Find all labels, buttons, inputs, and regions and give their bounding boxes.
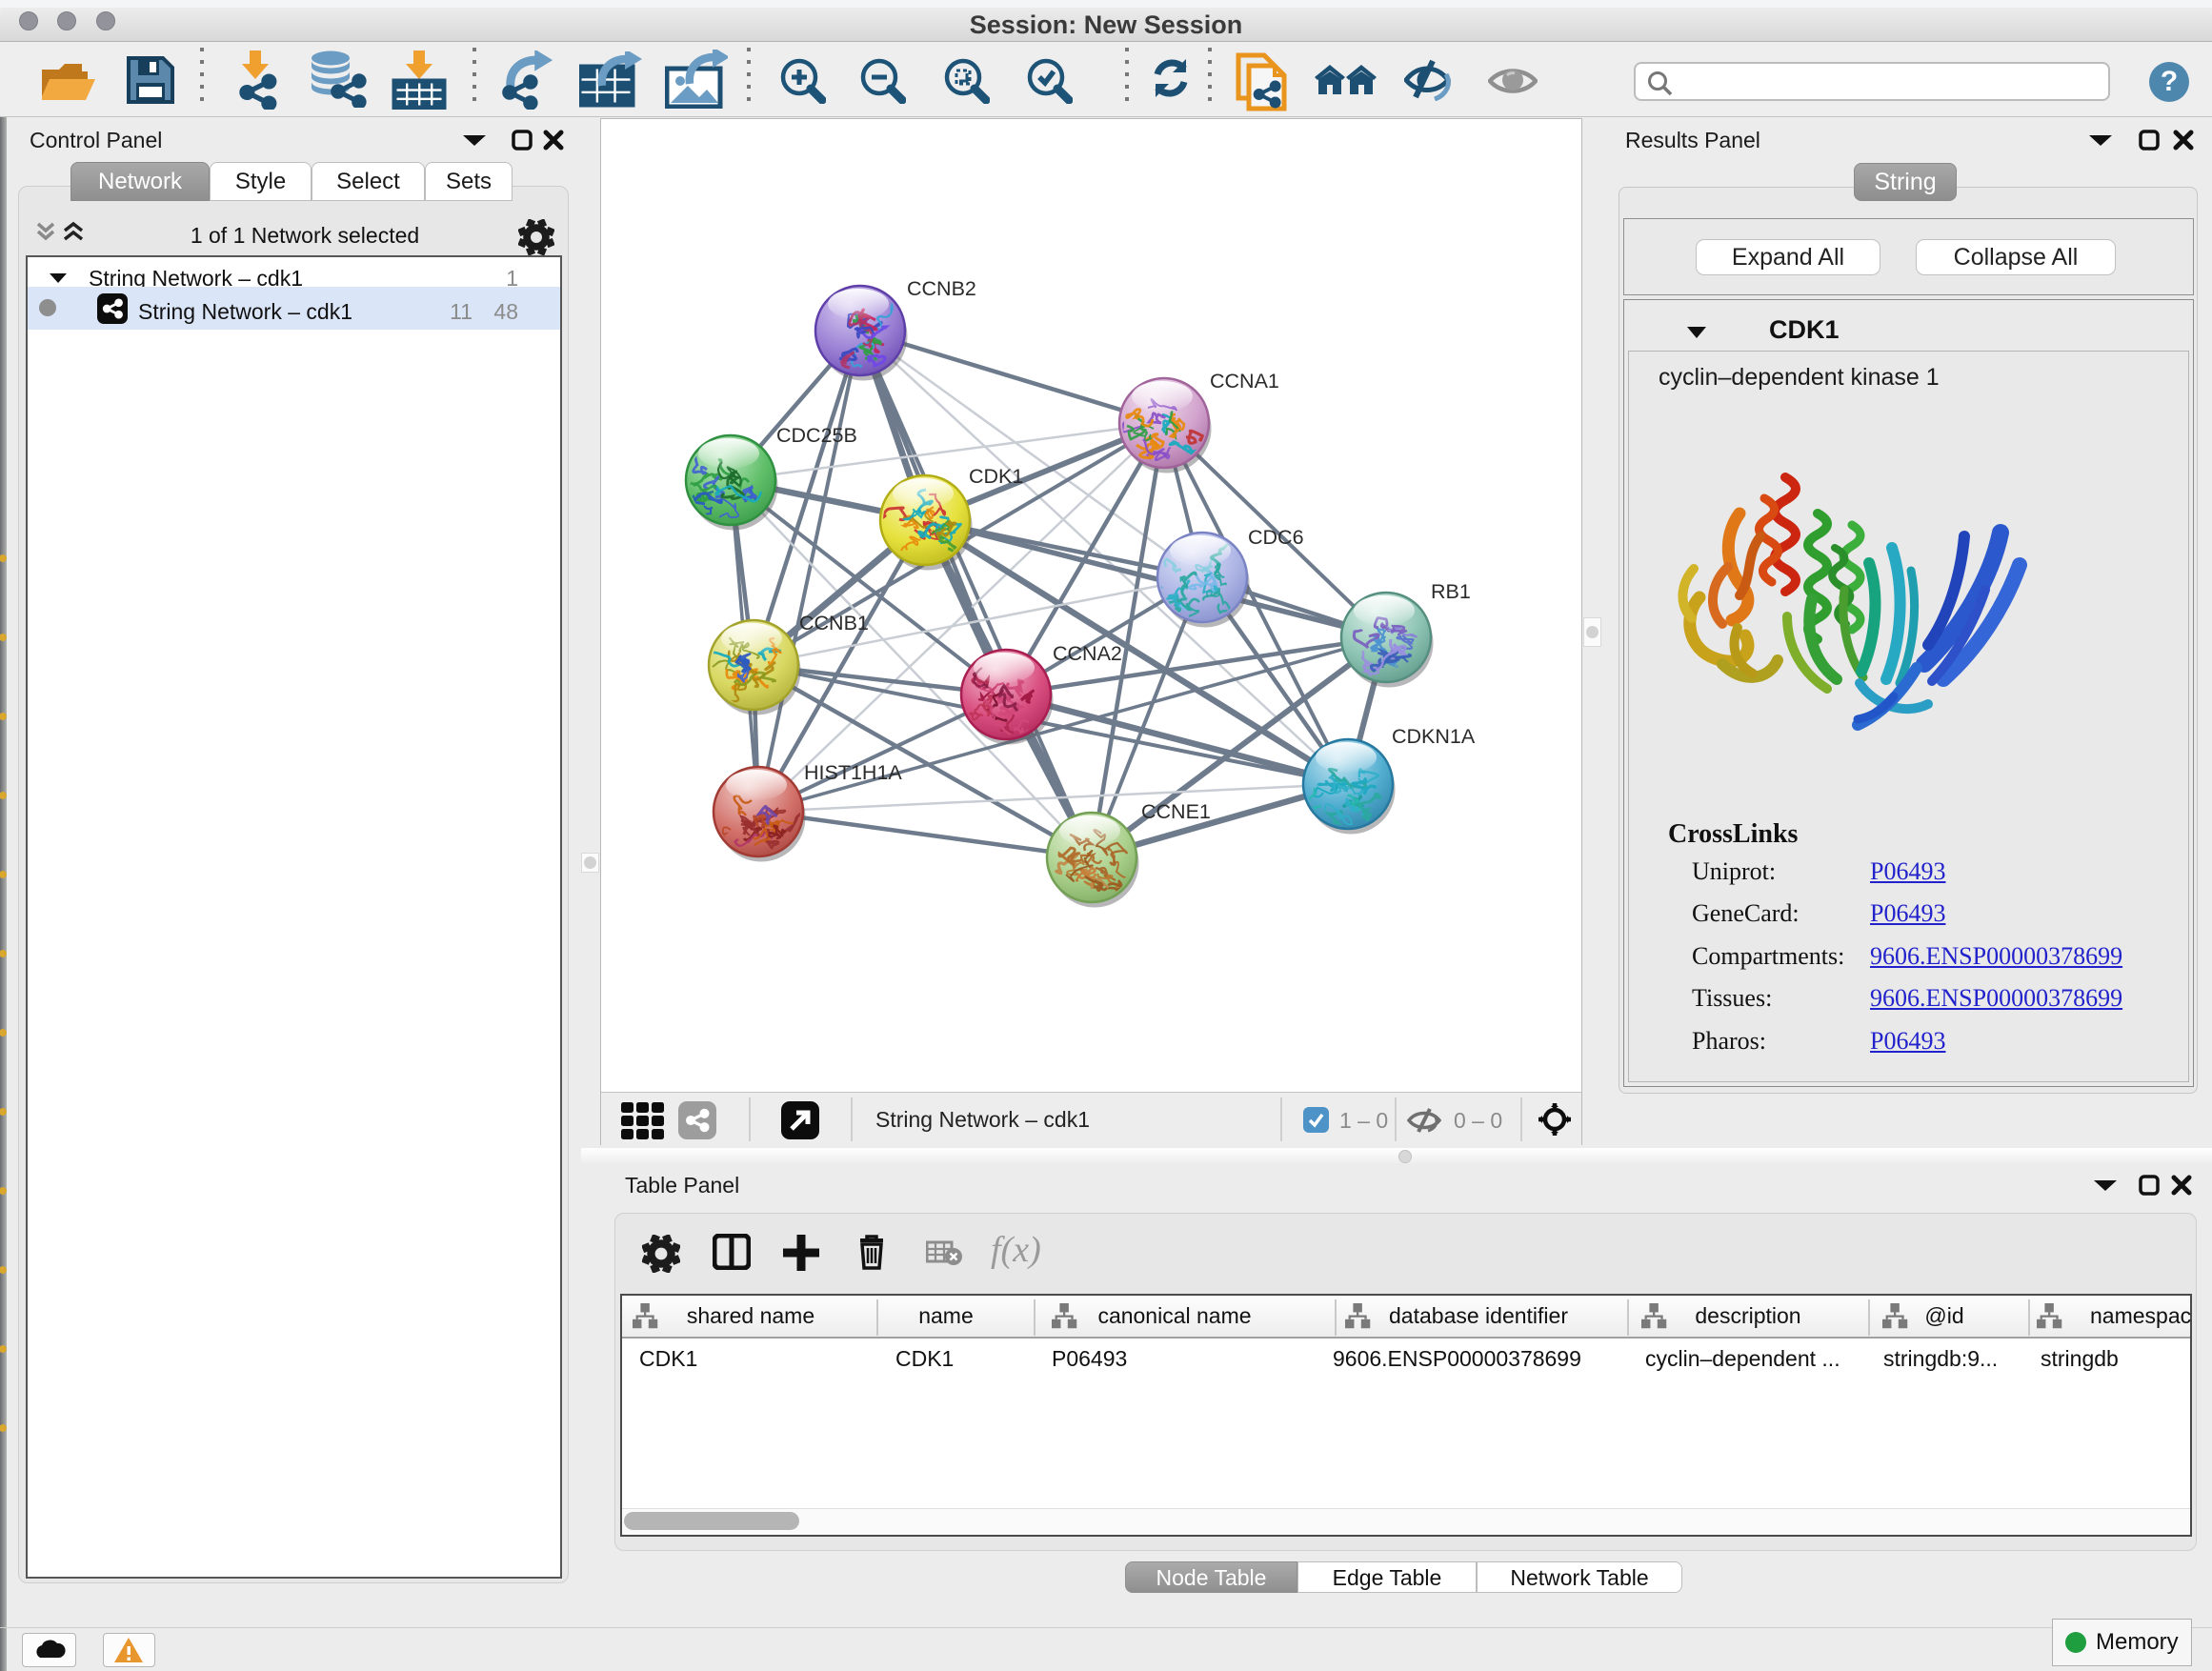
svg-text:CCNE1: CCNE1 (1141, 800, 1211, 823)
svg-text:RB1: RB1 (1431, 580, 1471, 603)
svg-text:CDC6: CDC6 (1248, 526, 1304, 549)
svg-text:CCNA2: CCNA2 (1053, 642, 1122, 665)
svg-text:CCNB1: CCNB1 (799, 612, 869, 634)
svg-text:CDC25B: CDC25B (776, 424, 857, 447)
svg-text:HIST1H1A: HIST1H1A (804, 761, 902, 784)
svg-text:CCNB2: CCNB2 (907, 277, 976, 300)
svg-text:CCNA1: CCNA1 (1210, 370, 1279, 393)
svg-text:CDK1: CDK1 (969, 465, 1023, 488)
svg-text:CDKN1A: CDKN1A (1392, 725, 1476, 748)
